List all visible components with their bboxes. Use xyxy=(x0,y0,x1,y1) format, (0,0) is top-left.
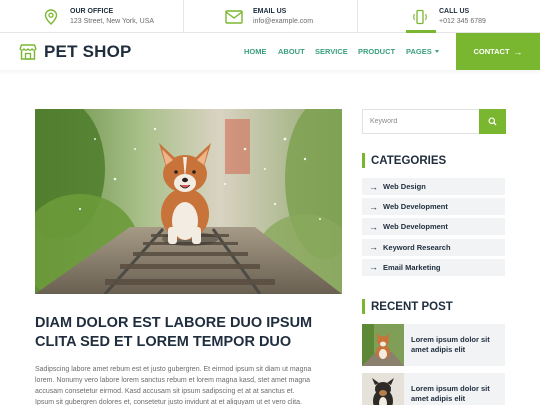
email-address[interactable]: info@example.com xyxy=(253,16,313,27)
post-title-line: CLITA SED ET LOREM TEMPOR DUO xyxy=(35,334,292,350)
contact-button[interactable]: CONTACT → xyxy=(456,33,540,70)
map-marker-icon xyxy=(40,6,62,28)
recent-post-thumbnail xyxy=(362,324,404,366)
divider xyxy=(183,0,184,33)
search-icon xyxy=(488,117,497,126)
recent-post-title-line: amet adipis elit xyxy=(411,394,466,403)
categories-heading: CATEGORIES xyxy=(362,153,446,168)
nav-product-label[interactable]: PRODUCT xyxy=(358,47,395,56)
phone-number[interactable]: +012 345 6789 xyxy=(439,16,486,27)
category-list: → Web Design → Web Development → Web Develo… xyxy=(362,178,505,279)
recent-post-title-line: amet adipis elit xyxy=(411,345,466,354)
brand-name: PET SHOP xyxy=(44,41,132,61)
search-input[interactable] xyxy=(362,109,479,134)
email-info: EMAIL US info@example.com xyxy=(223,0,313,33)
chevron-down-icon xyxy=(434,50,439,53)
arrow-right-icon: → xyxy=(369,181,378,192)
arrow-right-icon: → xyxy=(513,46,523,57)
divider xyxy=(357,0,358,33)
post-title-line: DIAM DOLOR EST LABORE DUO IPSUM xyxy=(35,315,313,331)
phone-icon xyxy=(409,6,431,28)
arrow-right-icon: → xyxy=(369,242,378,253)
recent-post-heading: RECENT POST xyxy=(362,299,453,314)
search-form xyxy=(362,109,506,134)
category-item[interactable]: → Email Marketing xyxy=(362,258,505,276)
arrow-right-icon: → xyxy=(369,221,378,232)
call-title: CALL US xyxy=(439,7,470,15)
shop-icon xyxy=(19,43,37,60)
post-text-line: accusam consetetur eirmod. Kasd accusam … xyxy=(35,388,295,395)
nav-about-label[interactable]: ABOUT xyxy=(278,47,305,56)
arrow-right-icon: → xyxy=(369,201,378,212)
category-label: Email Marketing xyxy=(383,262,441,272)
nav-item-about[interactable]: ABOUT xyxy=(278,33,305,70)
arrow-right-icon: → xyxy=(369,262,378,273)
main-navbar: PET SHOP HOME ABOUT SERVICE PRODUCT PAGE… xyxy=(0,33,540,70)
office-info: OUR OFFICE 123 Street, New York, USA xyxy=(40,0,154,33)
post-excerpt: Sadipscing labore amet rebum est et just… xyxy=(35,364,345,405)
nav-item-service[interactable]: SERVICE xyxy=(315,33,348,70)
post-title[interactable]: DIAM DOLOR EST LABORE DUO IPSUM CLITA SE… xyxy=(35,314,345,352)
post-text-line: lorem. Nonumy vero labore lorem sanctus … xyxy=(35,377,311,384)
nav-item-pages[interactable]: PAGES xyxy=(406,33,439,70)
recent-post-title: Lorem ipsum dolor sit amet adipis elit xyxy=(404,384,504,404)
category-label: Keyword Research xyxy=(383,242,451,252)
nav-service-label[interactable]: SERVICE xyxy=(315,47,348,56)
blog-post-image xyxy=(35,109,342,294)
nav-home-label[interactable]: HOME xyxy=(244,47,267,56)
phone-info: CALL US +012 345 6789 xyxy=(409,0,486,33)
office-address: 123 Street, New York, USA xyxy=(70,17,155,25)
category-item[interactable]: → Web Development xyxy=(362,198,505,216)
recent-post-title-line: Lorem ipsum dolor sit xyxy=(411,384,490,393)
recent-post-thumbnail xyxy=(362,373,404,405)
email-title: EMAIL US xyxy=(253,7,287,15)
nav-pages-label[interactable]: PAGES xyxy=(406,47,432,56)
nav-item-home[interactable]: HOME xyxy=(244,33,267,70)
contact-label: CONTACT xyxy=(473,47,510,56)
category-label: Web Design xyxy=(383,182,426,191)
post-text-line: Sadipscing labore amet rebum est et just… xyxy=(35,366,312,373)
recent-post-item[interactable]: Lorem ipsum dolor sit amet adipis elit xyxy=(362,324,505,366)
category-item[interactable]: → Web Design xyxy=(362,178,505,195)
category-label: Web Development xyxy=(383,222,448,232)
recent-post-title: Lorem ipsum dolor sit amet adipis elit xyxy=(404,335,504,355)
brand-logo-link[interactable]: PET SHOP xyxy=(19,33,132,70)
category-item[interactable]: → Keyword Research xyxy=(362,238,505,256)
post-text-line: Ipsum sit gubergren dolores et, consetet… xyxy=(35,399,302,405)
nav-item-product[interactable]: PRODUCT xyxy=(358,33,395,70)
category-item[interactable]: → Web Development xyxy=(362,218,505,236)
recent-post-item[interactable]: Lorem ipsum dolor sit amet adipis elit xyxy=(362,373,505,405)
top-info-bar: OUR OFFICE 123 Street, New York, USA EMA… xyxy=(0,0,540,33)
recent-post-title-line: Lorem ipsum dolor sit xyxy=(411,335,490,344)
envelope-icon xyxy=(223,6,245,28)
office-title: OUR OFFICE xyxy=(70,7,114,15)
search-button[interactable] xyxy=(479,109,506,134)
category-label: Web Development xyxy=(383,202,448,212)
